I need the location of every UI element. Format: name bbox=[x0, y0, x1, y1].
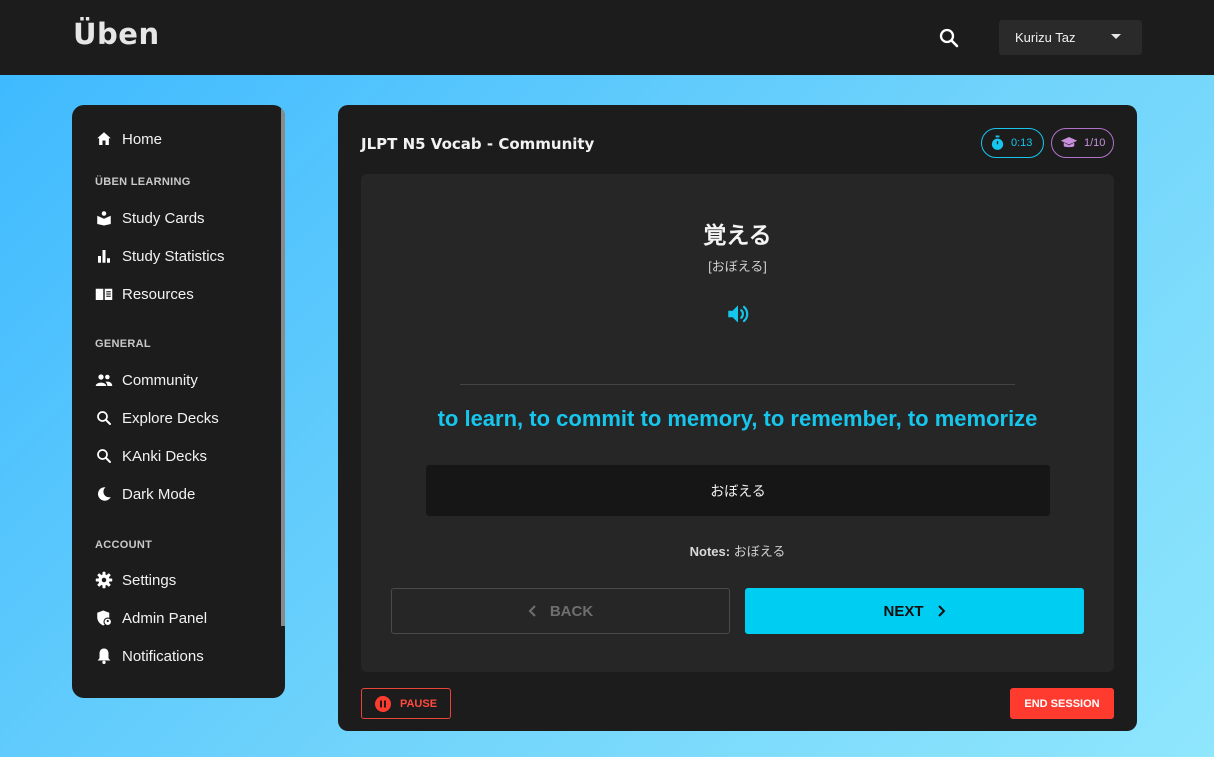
speaker-icon[interactable] bbox=[725, 301, 751, 327]
section-heading-learning: ÜBEN LEARNING bbox=[95, 176, 191, 188]
sidebar-item-home[interactable]: Home bbox=[95, 126, 275, 152]
card-divider bbox=[460, 384, 1015, 385]
book-open-icon bbox=[95, 209, 113, 227]
section-heading-general: GENERAL bbox=[95, 338, 151, 350]
notes-label: Notes: bbox=[689, 544, 731, 559]
sidebar-item-admin-panel[interactable]: Admin Panel bbox=[95, 605, 275, 631]
pause-label: PAUSE bbox=[399, 697, 438, 710]
brand-logo[interactable]: Üben bbox=[73, 17, 160, 51]
sidebar-item-label: Explore Decks bbox=[122, 409, 219, 427]
sidebar-item-label: Admin Panel bbox=[122, 609, 208, 627]
sidebar-item-dark-mode[interactable]: Dark Mode bbox=[95, 481, 275, 507]
gear-icon bbox=[95, 571, 113, 589]
graduation-cap-icon bbox=[1060, 136, 1078, 150]
study-session-panel: JLPT N5 Vocab - Community 0:13 1/10 覚える … bbox=[338, 105, 1137, 731]
sidebar-item-label: Dark Mode bbox=[122, 485, 196, 503]
home-icon bbox=[95, 130, 113, 148]
progress-badge: 1/10 bbox=[1051, 128, 1114, 158]
sidebar-item-label: Resources bbox=[122, 285, 194, 303]
chevron-down-icon bbox=[1111, 34, 1121, 39]
chevron-right-icon bbox=[936, 605, 946, 617]
sidebar-item-label: Home bbox=[122, 130, 163, 148]
sidebar-item-study-cards[interactable]: Study Cards bbox=[95, 205, 275, 231]
next-label: NEXT bbox=[883, 602, 924, 620]
user-account-select[interactable]: Kurizu Taz bbox=[999, 20, 1142, 55]
menu-book-icon bbox=[95, 285, 113, 303]
end-session-button[interactable]: END SESSION bbox=[1010, 688, 1114, 719]
next-button[interactable]: NEXT bbox=[745, 588, 1084, 634]
sidebar-item-label: Study Statistics bbox=[122, 247, 225, 265]
flashcard: 覚える [おぼえる] to learn, to commit to memory… bbox=[361, 174, 1114, 672]
pause-icon bbox=[374, 695, 391, 712]
back-button[interactable]: BACK bbox=[391, 588, 730, 634]
card-meaning: to learn, to commit to memory, to rememb… bbox=[437, 406, 1038, 431]
sidebar-item-kanki-decks[interactable]: KAnki Decks bbox=[95, 443, 275, 469]
people-icon bbox=[95, 371, 113, 389]
sidebar-item-notifications[interactable]: Notifications bbox=[95, 643, 275, 669]
timer-value: 0:13 bbox=[1011, 137, 1033, 149]
notes-value: おぼえる bbox=[733, 544, 786, 559]
pause-button[interactable]: PAUSE bbox=[361, 688, 451, 719]
sidebar-scrollbar[interactable] bbox=[281, 105, 285, 626]
stopwatch-icon bbox=[990, 135, 1005, 151]
back-label: BACK bbox=[549, 602, 594, 620]
sidebar: Home ÜBEN LEARNING Study Cards Study Sta… bbox=[72, 105, 285, 698]
section-heading-account: ACCOUNT bbox=[95, 539, 153, 551]
chevron-left-icon bbox=[528, 605, 538, 617]
moon-icon bbox=[95, 485, 113, 503]
sidebar-item-label: Community bbox=[122, 371, 198, 389]
sidebar-item-settings[interactable]: Settings bbox=[95, 567, 275, 593]
sidebar-item-study-statistics[interactable]: Study Statistics bbox=[95, 243, 275, 269]
search-icon bbox=[95, 447, 113, 465]
card-reading: [おぼえる] bbox=[708, 259, 767, 274]
sidebar-item-label: KAnki Decks bbox=[122, 447, 208, 465]
card-word: 覚える bbox=[703, 222, 772, 248]
sidebar-item-resources[interactable]: Resources bbox=[95, 281, 275, 307]
bar-chart-icon bbox=[95, 247, 113, 265]
timer-badge: 0:13 bbox=[981, 128, 1044, 158]
sidebar-item-label: Study Cards bbox=[122, 209, 205, 227]
answer-input[interactable] bbox=[426, 465, 1050, 516]
search-icon[interactable] bbox=[937, 26, 961, 50]
search-icon bbox=[95, 409, 113, 427]
sidebar-item-community[interactable]: Community bbox=[95, 367, 275, 393]
sidebar-item-explore-decks[interactable]: Explore Decks bbox=[95, 405, 275, 431]
admin-shield-icon bbox=[95, 609, 113, 627]
top-bar: Üben Kurizu Taz bbox=[0, 0, 1214, 75]
card-notes: Notes: おぼえる bbox=[361, 541, 1114, 560]
user-name: Kurizu Taz bbox=[1015, 30, 1076, 45]
sidebar-item-label: Notifications bbox=[122, 647, 204, 665]
progress-value: 1/10 bbox=[1084, 137, 1106, 149]
deck-title: JLPT N5 Vocab - Community bbox=[361, 135, 595, 153]
sidebar-item-label: Settings bbox=[122, 571, 177, 589]
bell-icon bbox=[95, 647, 113, 665]
